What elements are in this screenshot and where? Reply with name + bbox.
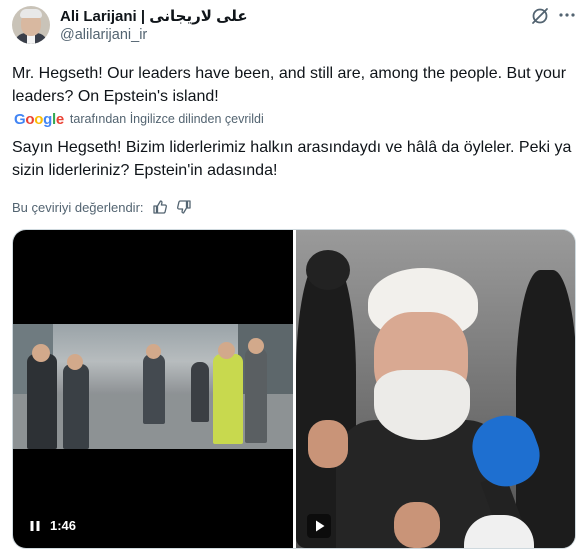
rate-translation: Bu çeviriyi değerlendir: [12, 198, 192, 216]
thumbs-up-icon[interactable] [152, 199, 168, 215]
tweet[interactable]: Ali Larijani | علی لاریجانی @alilarijani… [0, 0, 584, 551]
translation-attribution: Google tarafından İngilizce dilinden çev… [14, 110, 264, 128]
video-duration: 1:46 [50, 518, 77, 533]
google-logo: Google [14, 110, 64, 128]
more-icon[interactable] [557, 5, 577, 25]
video-1-frame [13, 324, 293, 449]
translated-text: Sayın Hegseth! Bizim liderlerimiz halkın… [12, 139, 572, 179]
video-thumbnail-1[interactable]: 1:46 [13, 230, 293, 548]
pause-icon[interactable] [29, 520, 41, 532]
translation-source-label[interactable]: tarafından İngilizce dilinden çevrildi [70, 112, 264, 126]
display-name[interactable]: Ali Larijani | علی لاریجانی [60, 7, 248, 25]
media-grid: 1:46 [12, 229, 576, 549]
play-icon[interactable] [307, 514, 331, 538]
avatar[interactable] [12, 6, 50, 44]
video-thumbnail-2[interactable] [296, 230, 575, 548]
thumbs-down-icon[interactable] [176, 199, 192, 215]
handle[interactable]: @alilarijani_ir [60, 27, 147, 43]
tweet-text: Mr. Hegseth! Our leaders have been, and … [12, 65, 567, 105]
rate-translation-label: Bu çeviriyi değerlendir: [12, 199, 144, 215]
grok-icon[interactable] [530, 6, 550, 26]
video-1-controls[interactable]: 1:46 [29, 518, 76, 533]
